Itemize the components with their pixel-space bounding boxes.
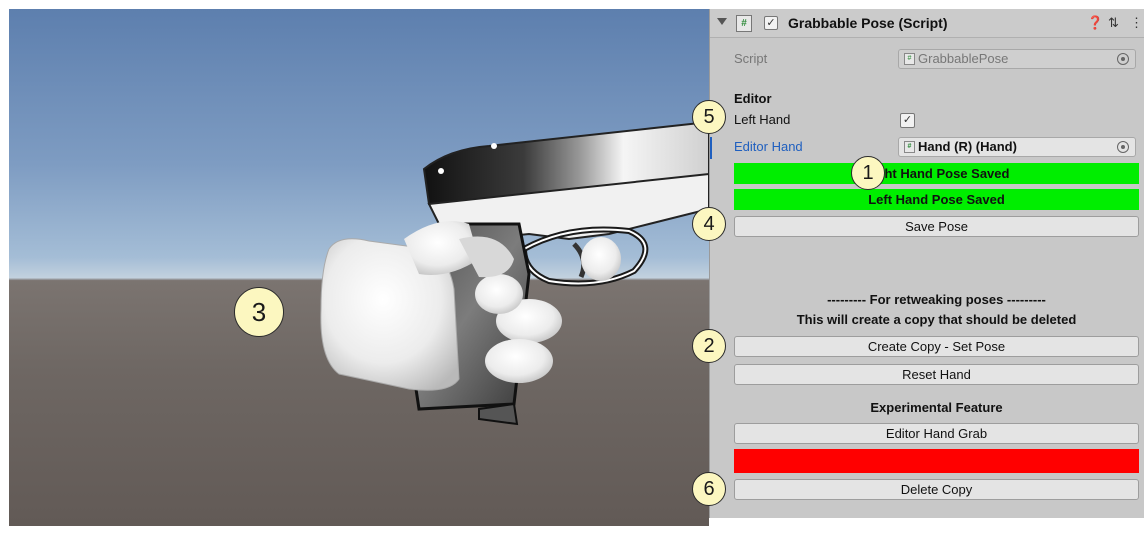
retweak-heading: --------- For retweaking poses ---------: [827, 292, 1046, 307]
inspector-panel: # ✓ Grabbable Pose (Script) ❓ ⇅ ⋮ Script…: [709, 9, 1144, 518]
callout-4: 4: [692, 207, 726, 241]
callout-1: 1: [851, 156, 885, 190]
callout-5: 5: [692, 100, 726, 134]
callout-3: 3: [234, 287, 284, 337]
object-picker-icon[interactable]: [1117, 141, 1129, 153]
preset-settings-icon[interactable]: ⇅: [1108, 15, 1119, 31]
editor-hand-field[interactable]: # Hand (R) (Hand): [898, 137, 1136, 157]
component-title: Grabbable Pose (Script): [788, 15, 948, 31]
left-hand-checkbox[interactable]: ✓: [900, 113, 915, 128]
script-label: Script: [734, 51, 768, 66]
retweak-note: This will create a copy that should be d…: [796, 312, 1077, 327]
reset-hand-button[interactable]: Reset Hand: [734, 364, 1139, 385]
foldout-arrow-icon[interactable]: [717, 18, 727, 25]
left-hand-pose-status: Left Hand Pose Saved: [734, 189, 1139, 210]
save-pose-button[interactable]: Save Pose: [734, 216, 1139, 237]
callout-6: 6: [692, 472, 726, 506]
delete-copy-button[interactable]: Delete Copy: [734, 479, 1139, 500]
script-file-icon: #: [904, 52, 915, 65]
error-status-bar: [734, 449, 1139, 473]
create-copy-button[interactable]: Create Copy - Set Pose: [734, 336, 1139, 357]
more-menu-icon[interactable]: ⋮: [1130, 15, 1143, 31]
callout-2: 2: [692, 329, 726, 363]
modified-indicator: [710, 137, 712, 159]
scene-view[interactable]: [9, 9, 709, 526]
script-field: # GrabbablePose: [898, 49, 1136, 69]
experimental-heading: Experimental Feature: [870, 400, 1003, 415]
help-icon[interactable]: ❓: [1087, 15, 1103, 31]
section-editor: Editor: [734, 91, 772, 106]
editor-hand-label: Editor Hand: [734, 139, 803, 154]
right-hand-pose-status: Right Hand Pose Saved: [734, 163, 1139, 184]
component-header[interactable]: # ✓ Grabbable Pose (Script) ❓ ⇅ ⋮: [710, 9, 1144, 38]
script-icon: #: [736, 15, 752, 32]
object-picker-icon: [1117, 53, 1129, 65]
editor-hand-grab-button[interactable]: Editor Hand Grab: [734, 423, 1139, 444]
left-hand-label: Left Hand: [734, 112, 791, 127]
hand-gun-model: [320, 120, 709, 426]
component-enabled-checkbox[interactable]: ✓: [764, 16, 778, 30]
hand-script-icon: #: [904, 140, 915, 153]
